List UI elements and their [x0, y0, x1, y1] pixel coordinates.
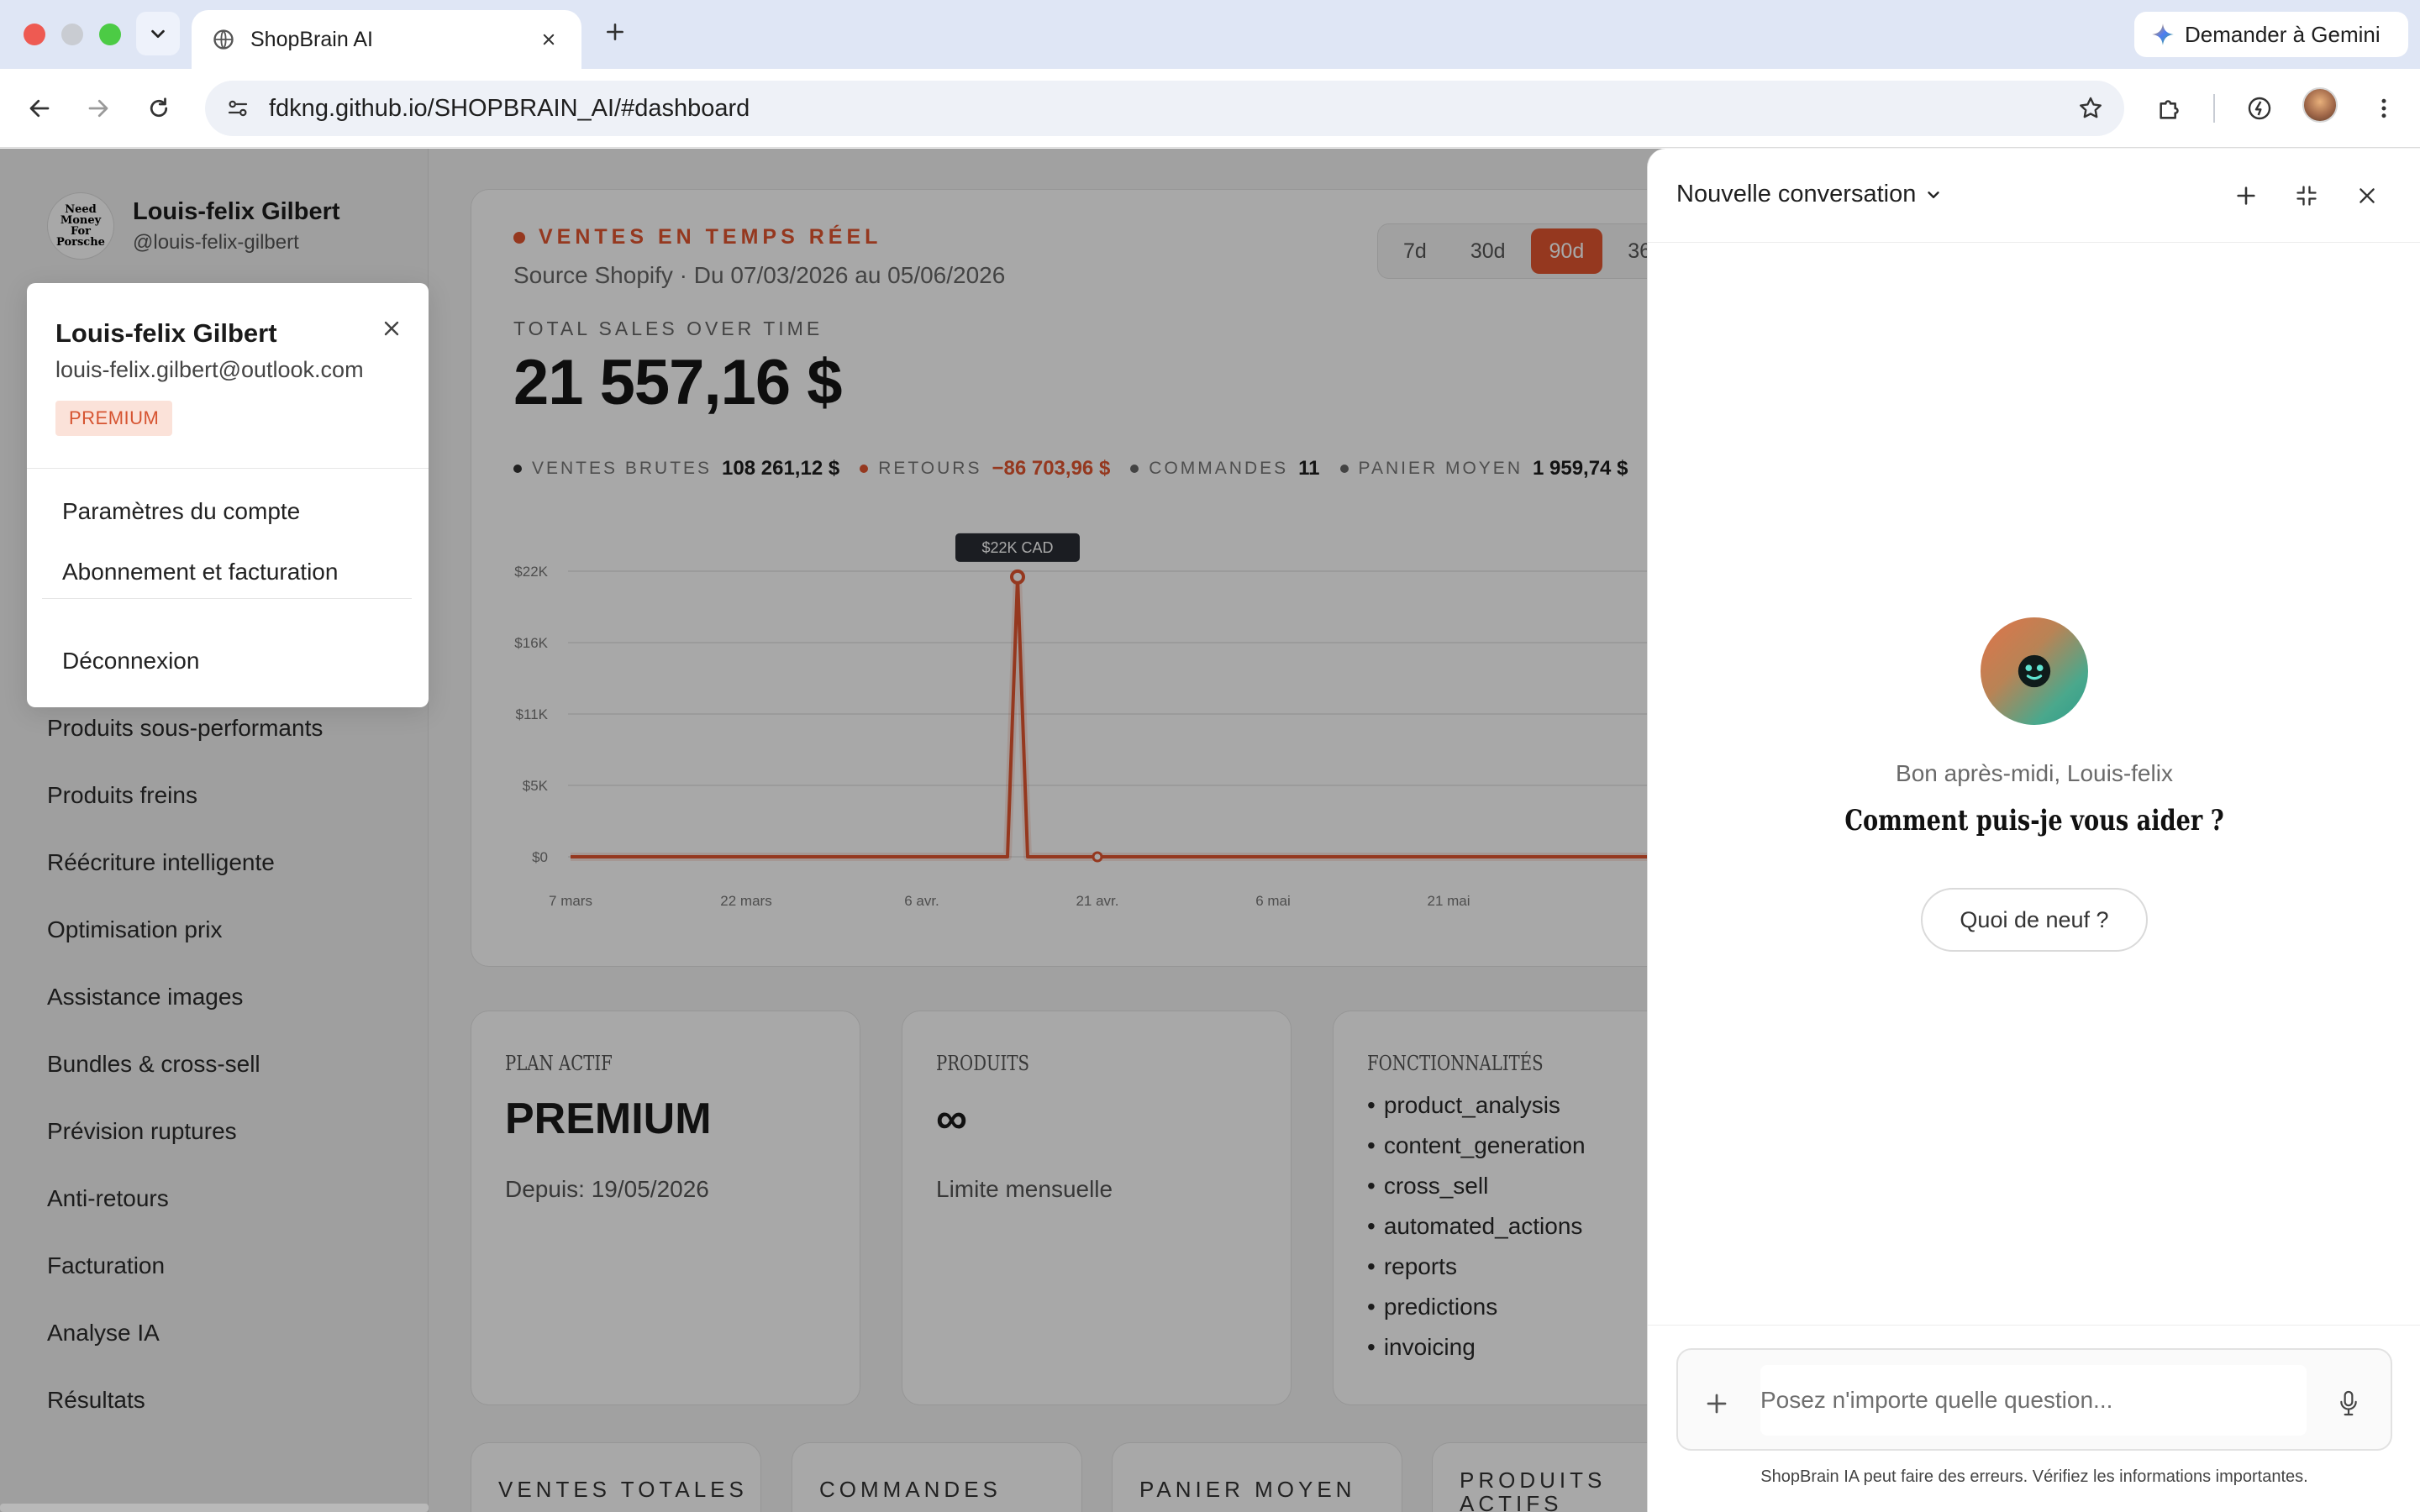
gemini-side-panel: Nouvelle conversation Bon après-midi, Lo…: [1647, 149, 2420, 1512]
attach-button[interactable]: [1700, 1387, 1733, 1420]
browser-tabstrip: ShopBrain AI Demander à Gemini: [0, 0, 2420, 69]
microphone-button[interactable]: [2332, 1385, 2365, 1422]
prompt-input[interactable]: [1760, 1365, 2307, 1436]
url-text: fdkng.github.io/SHOPBRAIN_AI/#dashboard: [269, 94, 750, 122]
browser-menu-button[interactable]: [2363, 87, 2405, 129]
close-icon: [2360, 188, 2375, 203]
more-vertical-icon: [2381, 98, 2386, 118]
site-settings-icon[interactable]: [225, 96, 250, 121]
browser-tab[interactable]: ShopBrain AI: [192, 10, 581, 69]
close-icon: [543, 34, 555, 45]
window-zoom-button[interactable]: [99, 24, 121, 45]
ask-gemini-label: Demander à Gemini: [2185, 21, 2381, 47]
ai-disclaimer: ShopBrain IA peut faire des erreurs. Vér…: [1760, 1467, 2308, 1486]
browser-profile-avatar[interactable]: [2302, 87, 2338, 123]
puzzle-icon: [2160, 100, 2179, 119]
new-conversation-button[interactable]: [2228, 177, 2265, 214]
user-account-menu: Louis-felix Gilbert louis-felix.gilbert@…: [27, 283, 429, 707]
bookmark-star-icon[interactable]: [2077, 95, 2104, 122]
arrow-right-icon: [88, 99, 108, 118]
horizontal-scrollbar[interactable]: [0, 1504, 429, 1512]
microphone-icon: [2340, 1390, 2357, 1416]
menu-user-email: louis-felix.gilbert@outlook.com: [55, 357, 364, 382]
reload-icon: [150, 97, 168, 118]
assistant-question: Comment puis-je vous aider ?: [1844, 804, 2224, 837]
arrow-left-icon: [29, 99, 50, 118]
window-close-button[interactable]: [24, 24, 45, 45]
toolbar-separator: [2213, 94, 2215, 123]
gemini-sparkle-icon: [2152, 24, 2174, 45]
plus-icon: [607, 24, 623, 40]
globe-icon: [213, 29, 234, 50]
subscription-billing-link[interactable]: Abonnement et facturation: [62, 559, 338, 585]
address-bar[interactable]: fdkng.github.io/SHOPBRAIN_AI/#dashboard: [205, 81, 2124, 136]
gemini-panel-header: Nouvelle conversation: [1648, 149, 2420, 243]
conversation-selector[interactable]: Nouvelle conversation: [1676, 181, 1943, 208]
chevron-down-icon: [151, 29, 165, 39]
forward-button[interactable]: [77, 87, 119, 129]
browser-toolbar: fdkng.github.io/SHOPBRAIN_AI/#dashboard: [0, 69, 2420, 148]
tab-title: ShopBrain AI: [250, 27, 373, 51]
collapse-arrows-icon: [2296, 186, 2317, 206]
new-tab-button[interactable]: [598, 15, 632, 49]
assistant-greeting: Bon après-midi, Louis-felix: [1896, 760, 2173, 786]
assistant-avatar: [1981, 617, 2088, 725]
chevron-down-icon: [1928, 191, 1940, 198]
tab-search-button[interactable]: [136, 12, 180, 55]
plus-icon: [2237, 186, 2255, 205]
back-button[interactable]: [18, 87, 60, 129]
logout-link[interactable]: Déconnexion: [62, 648, 199, 675]
account-settings-link[interactable]: Paramètres du compte: [62, 498, 300, 525]
plus-icon: [1707, 1394, 1727, 1414]
menu-user-name: Louis-felix Gilbert: [55, 318, 277, 348]
close-icon: [384, 321, 399, 336]
menu-close-button[interactable]: [376, 313, 407, 344]
whats-new-chip[interactable]: Quoi de neuf ?: [1921, 888, 2148, 952]
conversation-title: Nouvelle conversation: [1676, 181, 1917, 207]
expand-panel-button[interactable]: [2288, 177, 2325, 214]
prompt-box: [1676, 1348, 2392, 1451]
speedometer-icon: [2248, 97, 2271, 120]
menu-divider: [27, 468, 429, 469]
ask-gemini-button[interactable]: Demander à Gemini: [2134, 12, 2408, 57]
performance-button[interactable]: [2238, 87, 2281, 129]
tab-close-button[interactable]: [536, 27, 561, 52]
reload-button[interactable]: [138, 87, 180, 129]
premium-badge: PREMIUM: [55, 401, 173, 436]
panel-footer-divider: [1648, 1325, 2420, 1326]
close-panel-button[interactable]: [2349, 177, 2386, 214]
smiley-face-icon: [2018, 654, 2051, 688]
extensions-button[interactable]: [2149, 87, 2191, 129]
menu-divider: [42, 598, 412, 599]
window-minimize-button[interactable]: [61, 24, 83, 45]
